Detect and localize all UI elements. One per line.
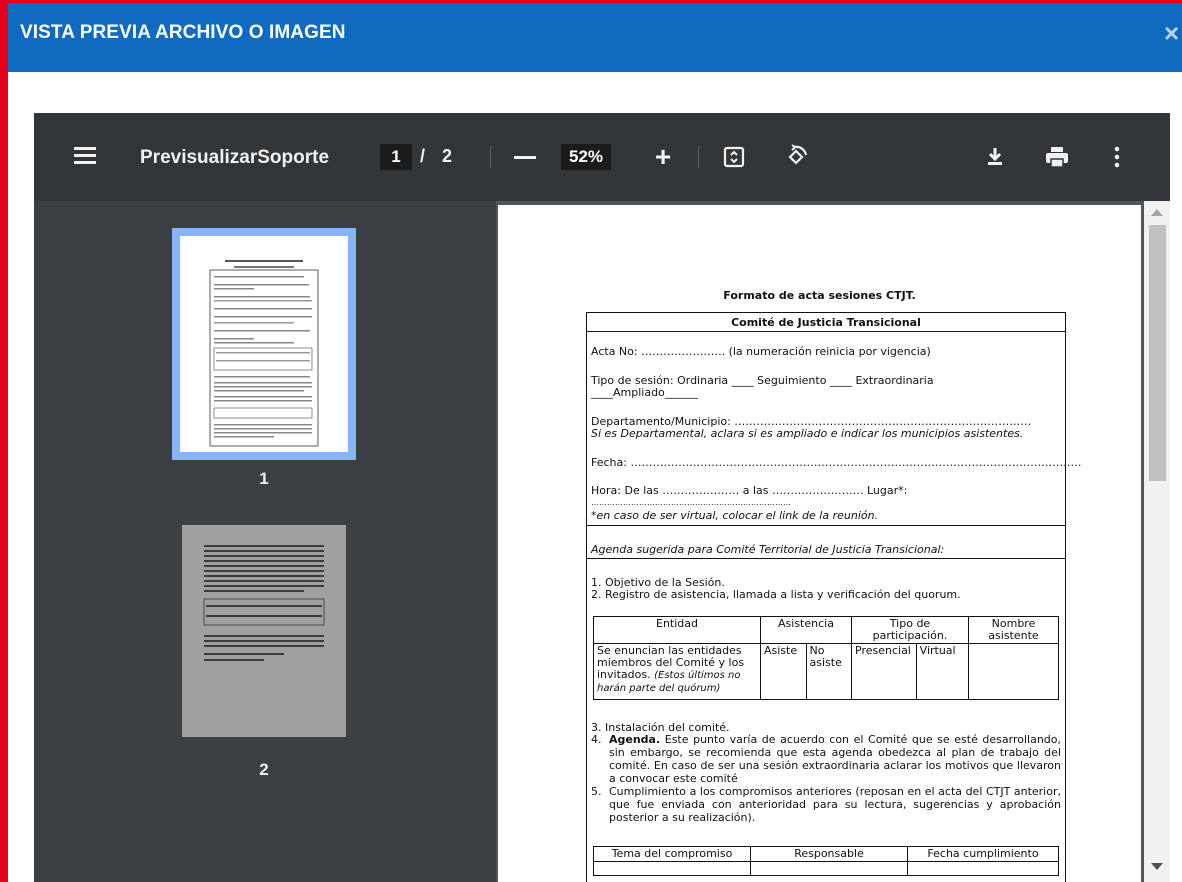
agenda-title: Agenda sugerida para Comité Territorial … [591,543,945,556]
zoom-out-icon[interactable] [514,156,536,159]
commitments-table: Tema del compromiso Responsable Fecha cu… [593,846,1059,876]
thumbnail-preview [180,236,348,452]
thumbnail-page-2[interactable] [182,525,346,737]
menu-icon[interactable] [74,147,96,165]
document-area: Formato de acta sesiones CTJT. Comité de… [496,201,1170,882]
table-cell: Presencial [851,643,917,700]
acta-number: Acta No: ………………….. (la numeración reinic… [591,345,931,358]
pdf-page: Formato de acta sesiones CTJT. Comité de… [498,205,1141,882]
dialog-title: VISTA PREVIA ARCHIVO O IMAGEN [20,22,346,43]
attendance-table: Entidad Asistencia Tipo de participación… [593,616,1059,700]
page-separator: / [420,146,426,166]
table-header: Tema del compromiso [593,846,751,862]
thumbnail-label-1: 1 [259,469,269,488]
table-cell: Virtual [915,643,970,700]
agenda-item-4-label: Agenda. [609,733,661,746]
hora: Hora: De las ………………… a las ………………….… Lug… [591,484,908,497]
divider [587,525,1065,526]
table-header: Asistencia [760,616,852,644]
departamento-note: Si es Departamental, aclara si es amplia… [591,427,1024,440]
scroll-down-icon[interactable] [1151,863,1163,870]
toolbar-divider [490,146,491,168]
acta-box: Comité de Justicia Transicional Acta No:… [586,312,1081,882]
zoom-level-input[interactable]: 52% [561,144,611,170]
committee-name: Comité de Justicia Transicional [731,316,921,329]
print-icon[interactable] [1044,146,1070,168]
table-cell: Se enuncian las entidades miembros del C… [593,643,761,700]
thumbnail-label-2: 2 [259,760,269,779]
agenda-item-2: 2. Registro de asistencia, llamada a lis… [591,588,961,601]
dialog-header: VISTA PREVIA ARCHIVO O IMAGEN × [8,3,1182,72]
virtual-note: *en caso de ser virtual, colocar el link… [591,509,879,522]
total-pages: 2 [442,146,453,166]
document-title: PrevisualizarSoporte [140,147,330,168]
table-header: Responsable [750,846,908,862]
table-header: Entidad [593,616,761,644]
fit-page-icon[interactable] [723,146,745,168]
agenda-item-4-text: Este punto varía de acuerdo con el Comit… [609,733,1062,785]
hora-dots: ………………………………………………………………… [591,498,791,507]
rotate-icon[interactable] [782,143,810,171]
agenda-item-4: Agenda. Este punto varía de acuerdo con … [609,733,1061,785]
divider [587,558,1065,559]
table-cell: Asiste [760,643,807,700]
close-icon[interactable]: × [1164,21,1182,45]
agenda-item-5: Cumplimiento a los compromisos anteriore… [609,785,1061,824]
table-cell [968,643,1059,700]
fecha: Fecha: ………………………………………………………………………………………… [591,456,1082,469]
scrollbar[interactable] [1144,201,1170,882]
pdf-viewer: PrevisualizarSoporte 1 / 2 52% + 1 2 For… [34,113,1170,882]
more-options-icon[interactable] [1113,146,1121,168]
table-header: Tipo de participación. [851,616,969,644]
download-icon[interactable] [984,145,1006,167]
document-heading: Formato de acta sesiones CTJT. [723,289,916,302]
toolbar-divider [698,146,699,168]
pdf-toolbar: PrevisualizarSoporte 1 / 2 52% + [34,113,1170,201]
thumbnail-page-1[interactable] [172,228,356,460]
scrollbar-thumb[interactable] [1149,225,1166,481]
table-cell: No asiste [805,643,852,700]
table-header: Nombre asistente [968,616,1059,644]
table-header: Fecha cumplimiento [907,846,1059,862]
page-number-input[interactable]: 1 [380,144,412,170]
thumbnail-preview [203,545,325,661]
scroll-up-icon[interactable] [1151,209,1163,216]
divider [587,331,1065,332]
session-type-cont: ____Ampliado______ [591,386,698,399]
thumbnail-sidebar: 1 2 [34,201,496,882]
zoom-in-icon[interactable]: + [650,143,676,171]
